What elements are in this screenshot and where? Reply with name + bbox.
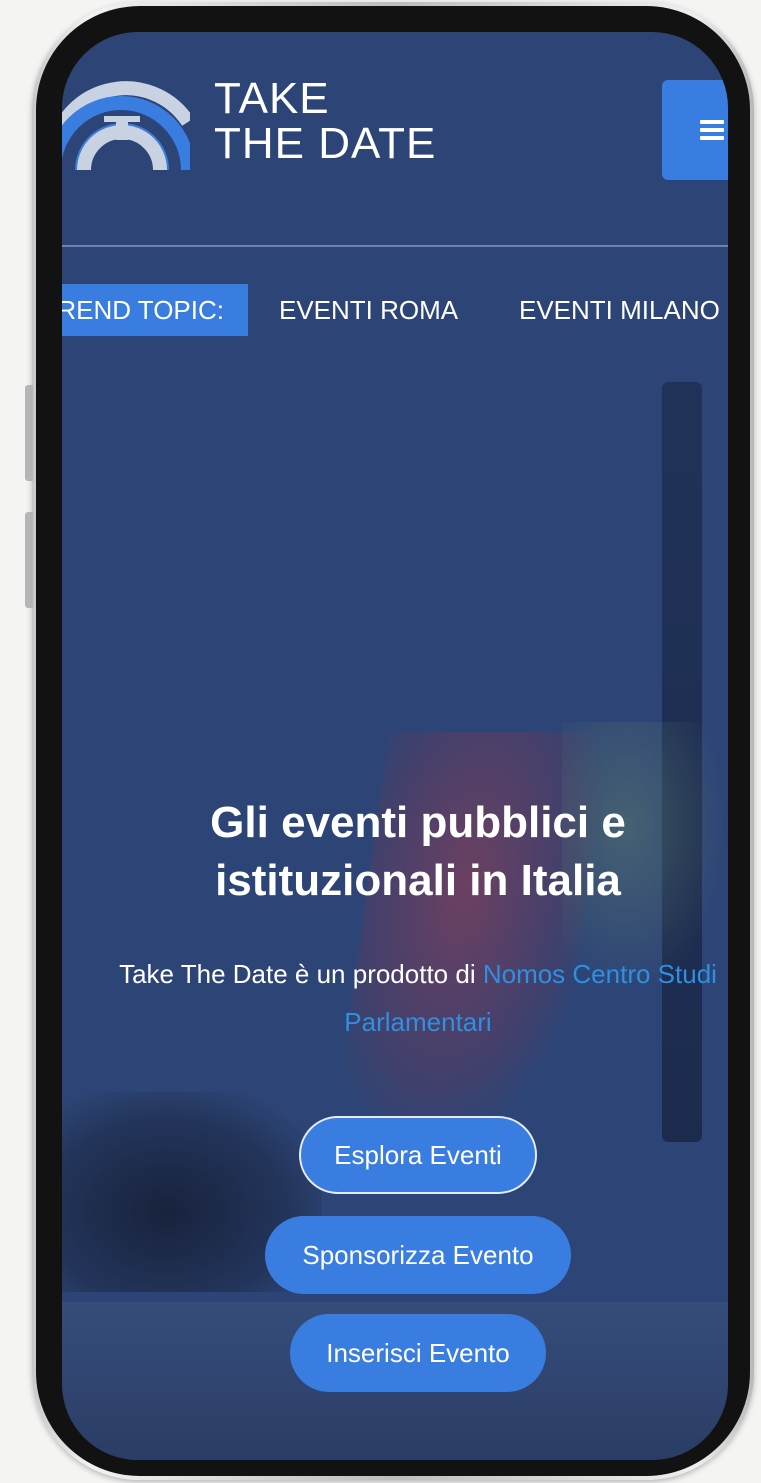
trend-topic-label-text: TREND TOPIC: <box>62 295 224 325</box>
phone-volume-down-button <box>25 512 33 608</box>
hero-subtitle-text: Take The Date è un prodotto di <box>119 959 483 989</box>
header-divider <box>62 245 728 247</box>
phone-volume-up-button <box>25 385 33 481</box>
take-the-date-logo-icon[interactable] <box>62 70 190 170</box>
hero-title-line-1: Gli eventi pubblici e <box>210 798 626 847</box>
trend-topic-label: TREND TOPIC: <box>62 284 248 336</box>
hero-title: Gli eventi pubblici e istituzionali in I… <box>62 794 728 910</box>
menu-button[interactable] <box>662 80 728 180</box>
explore-events-button[interactable]: Esplora Eventi <box>299 1116 537 1194</box>
site-header: TAKE THE DATE <box>62 32 728 247</box>
brand-line-1: TAKE <box>214 74 330 123</box>
hero-subtitle: Take The Date è un prodotto di Nomos Cen… <box>62 950 728 998</box>
trend-topics-bar: TREND TOPIC: EVENTI ROMA EVENTI MILANO <box>62 284 728 336</box>
topic-link-eventi-milano[interactable]: EVENTI MILANO <box>519 284 720 336</box>
topic-link-eventi-roma[interactable]: EVENTI ROMA <box>279 284 458 336</box>
insert-event-button[interactable]: Inserisci Evento <box>290 1314 546 1392</box>
sponsor-event-button[interactable]: Sponsorizza Evento <box>265 1216 571 1294</box>
phone-screen: TAKE THE DATE TREND TOPIC: EVENTI ROMA E… <box>62 32 728 1460</box>
brand-line-2: THE DATE <box>214 119 437 168</box>
nomos-link-line-2[interactable]: Parlamentari <box>62 998 728 1046</box>
nomos-link[interactable]: Nomos Centro Studi <box>483 959 717 989</box>
brand-name[interactable]: TAKE THE DATE <box>214 76 436 166</box>
hamburger-menu-icon <box>700 120 724 144</box>
hero-title-line-2: istituzionali in Italia <box>215 856 621 905</box>
